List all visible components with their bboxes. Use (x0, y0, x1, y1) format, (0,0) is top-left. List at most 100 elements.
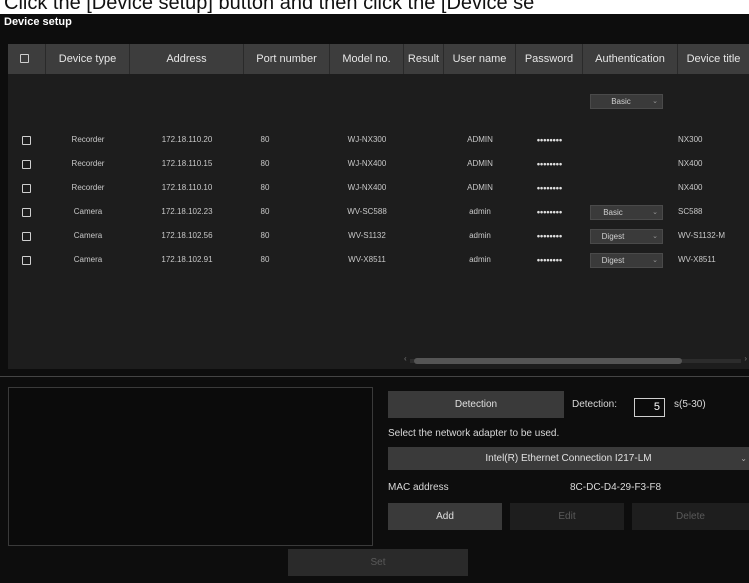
cell-device-type: Camera (73, 255, 103, 264)
cell-password[interactable]: •••••••• (516, 130, 583, 150)
cell-model: WV-X8511 (348, 255, 386, 264)
column-header-authentication[interactable]: Authentication (583, 44, 678, 74)
device-table: Device type Address Port number Model no… (8, 44, 749, 369)
chevron-down-icon: ⌄ (740, 454, 747, 463)
cell-result (404, 178, 444, 198)
auth-select[interactable]: Basic ⌄ (590, 205, 663, 220)
cell-port: 80 (260, 255, 270, 264)
row-checkbox[interactable] (22, 160, 31, 169)
table-row[interactable]: Recorder 172.18.110.10 80 WJ-NX400 ADMIN… (8, 178, 749, 198)
cell-device-title[interactable]: NX300 (678, 130, 749, 150)
edit-button[interactable]: Edit (510, 503, 624, 530)
cell-password[interactable]: •••••••• (516, 154, 583, 174)
cell-result (404, 130, 444, 150)
cell-password[interactable]: •••••••• (516, 226, 583, 246)
cell-result (404, 154, 444, 174)
cell-address: 172.18.102.23 (161, 207, 213, 216)
detection-button[interactable]: Detection (388, 391, 564, 418)
cell-device-type: Recorder (71, 159, 105, 168)
message-log-area (8, 387, 373, 546)
auth-select[interactable]: Digest ⌄ (590, 229, 663, 244)
table-header: Device type Address Port number Model no… (8, 44, 749, 74)
delete-button[interactable]: Delete (632, 503, 749, 530)
divider (0, 376, 749, 377)
row-checkbox[interactable] (22, 184, 31, 193)
cell-result (404, 202, 444, 222)
device-setup-window: Device setup Device type Address Port nu… (0, 14, 749, 583)
cell-model: WV-S1132 (348, 231, 386, 240)
column-header-address[interactable]: Address (130, 44, 244, 74)
cell-device-title[interactable]: NX400 (678, 178, 749, 198)
auth-select[interactable]: Digest ⌄ (590, 253, 663, 268)
add-button[interactable]: Add (388, 503, 502, 530)
scroll-right-icon[interactable]: › (744, 354, 747, 363)
cell-device-title[interactable]: WV-X8511 (678, 250, 749, 270)
column-header-password[interactable]: Password (516, 44, 583, 74)
scroll-left-icon[interactable]: ‹ (404, 354, 407, 363)
cell-address: 172.18.110.20 (161, 135, 213, 144)
detection-label: Detection: (572, 399, 618, 410)
mac-address-label: MAC address (388, 482, 449, 493)
cell-device-title[interactable]: SC588 (678, 202, 749, 222)
cell-user-name[interactable]: admin (444, 250, 516, 270)
detection-seconds-input[interactable]: 5 (634, 398, 665, 417)
column-header-device-title[interactable]: Device title (678, 44, 749, 74)
table-row[interactable]: Camera 172.18.102.23 80 WV-SC588 admin •… (8, 202, 749, 222)
mac-address-value: 8C-DC-D4-29-F3-F8 (570, 482, 662, 493)
cell-device-title[interactable]: NX400 (678, 154, 749, 174)
column-header-user-name[interactable]: User name (444, 44, 516, 74)
cell-user-name[interactable]: admin (444, 202, 516, 222)
column-header-result[interactable]: Result (404, 44, 444, 74)
chevron-down-icon: ⌄ (652, 257, 658, 264)
cell-port: 80 (260, 159, 270, 168)
cell-user-name[interactable]: ADMIN (444, 178, 516, 198)
table-row[interactable]: Recorder 172.18.110.20 80 WJ-NX300 ADMIN… (8, 130, 749, 150)
cell-address: 172.18.110.10 (161, 183, 213, 192)
network-adapter-value: Intel(R) Ethernet Connection I217-LM (485, 453, 652, 464)
cell-port: 80 (260, 231, 270, 240)
network-adapter-select[interactable]: Intel(R) Ethernet Connection I217-LM ⌄ (388, 447, 749, 470)
cell-device-type: Camera (73, 231, 103, 240)
cell-user-name[interactable]: ADMIN (444, 130, 516, 150)
column-header-model-no[interactable]: Model no. (330, 44, 404, 74)
row-checkbox[interactable] (22, 208, 31, 217)
cell-device-title[interactable]: WV-S1132-M (678, 226, 749, 246)
window-title: Device setup (4, 16, 72, 28)
cell-password[interactable]: •••••••• (516, 178, 583, 198)
cell-model: WJ-NX400 (347, 183, 387, 192)
cell-address: 172.18.102.91 (161, 255, 213, 264)
cell-password[interactable]: •••••••• (516, 202, 583, 222)
row-checkbox[interactable] (22, 256, 31, 265)
default-auth-select[interactable]: Basic ⌄ (590, 94, 663, 109)
cell-port: 80 (260, 135, 270, 144)
cell-device-type: Recorder (71, 183, 105, 192)
table-row[interactable]: Camera 172.18.102.91 80 WV-X8511 admin •… (8, 250, 749, 270)
horizontal-scrollbar[interactable]: ‹ › (402, 354, 749, 364)
scroll-thumb[interactable] (414, 358, 682, 364)
cell-address: 172.18.102.56 (161, 231, 213, 240)
column-header-port-number[interactable]: Port number (244, 44, 330, 74)
cell-port: 80 (260, 207, 270, 216)
cell-password[interactable]: •••••••• (516, 250, 583, 270)
chevron-down-icon: ⌄ (652, 233, 658, 240)
default-auth-row: Basic ⌄ (8, 93, 749, 113)
table-row[interactable]: Camera 172.18.102.56 80 WV-S1132 admin •… (8, 226, 749, 246)
row-checkbox[interactable] (22, 232, 31, 241)
cell-address: 172.18.110.15 (161, 159, 213, 168)
column-header-device-type[interactable]: Device type (46, 44, 130, 74)
select-all-checkbox[interactable] (20, 54, 29, 63)
cell-model: WJ-NX400 (347, 159, 387, 168)
detection-range-label: s(5-30) (674, 399, 706, 410)
cell-result (404, 250, 444, 270)
cell-user-name[interactable]: admin (444, 226, 516, 246)
cell-user-name[interactable]: ADMIN (444, 154, 516, 174)
table-row[interactable]: Recorder 172.18.110.15 80 WJ-NX400 ADMIN… (8, 154, 749, 174)
set-button[interactable]: Set (288, 549, 468, 576)
cell-device-type: Recorder (71, 135, 105, 144)
network-adapter-label: Select the network adapter to be used. (388, 428, 560, 439)
cell-port: 80 (260, 183, 270, 192)
select-all-cell (8, 44, 46, 74)
chevron-down-icon: ⌄ (652, 98, 658, 105)
row-checkbox[interactable] (22, 136, 31, 145)
cell-model: WV-SC588 (347, 207, 387, 216)
